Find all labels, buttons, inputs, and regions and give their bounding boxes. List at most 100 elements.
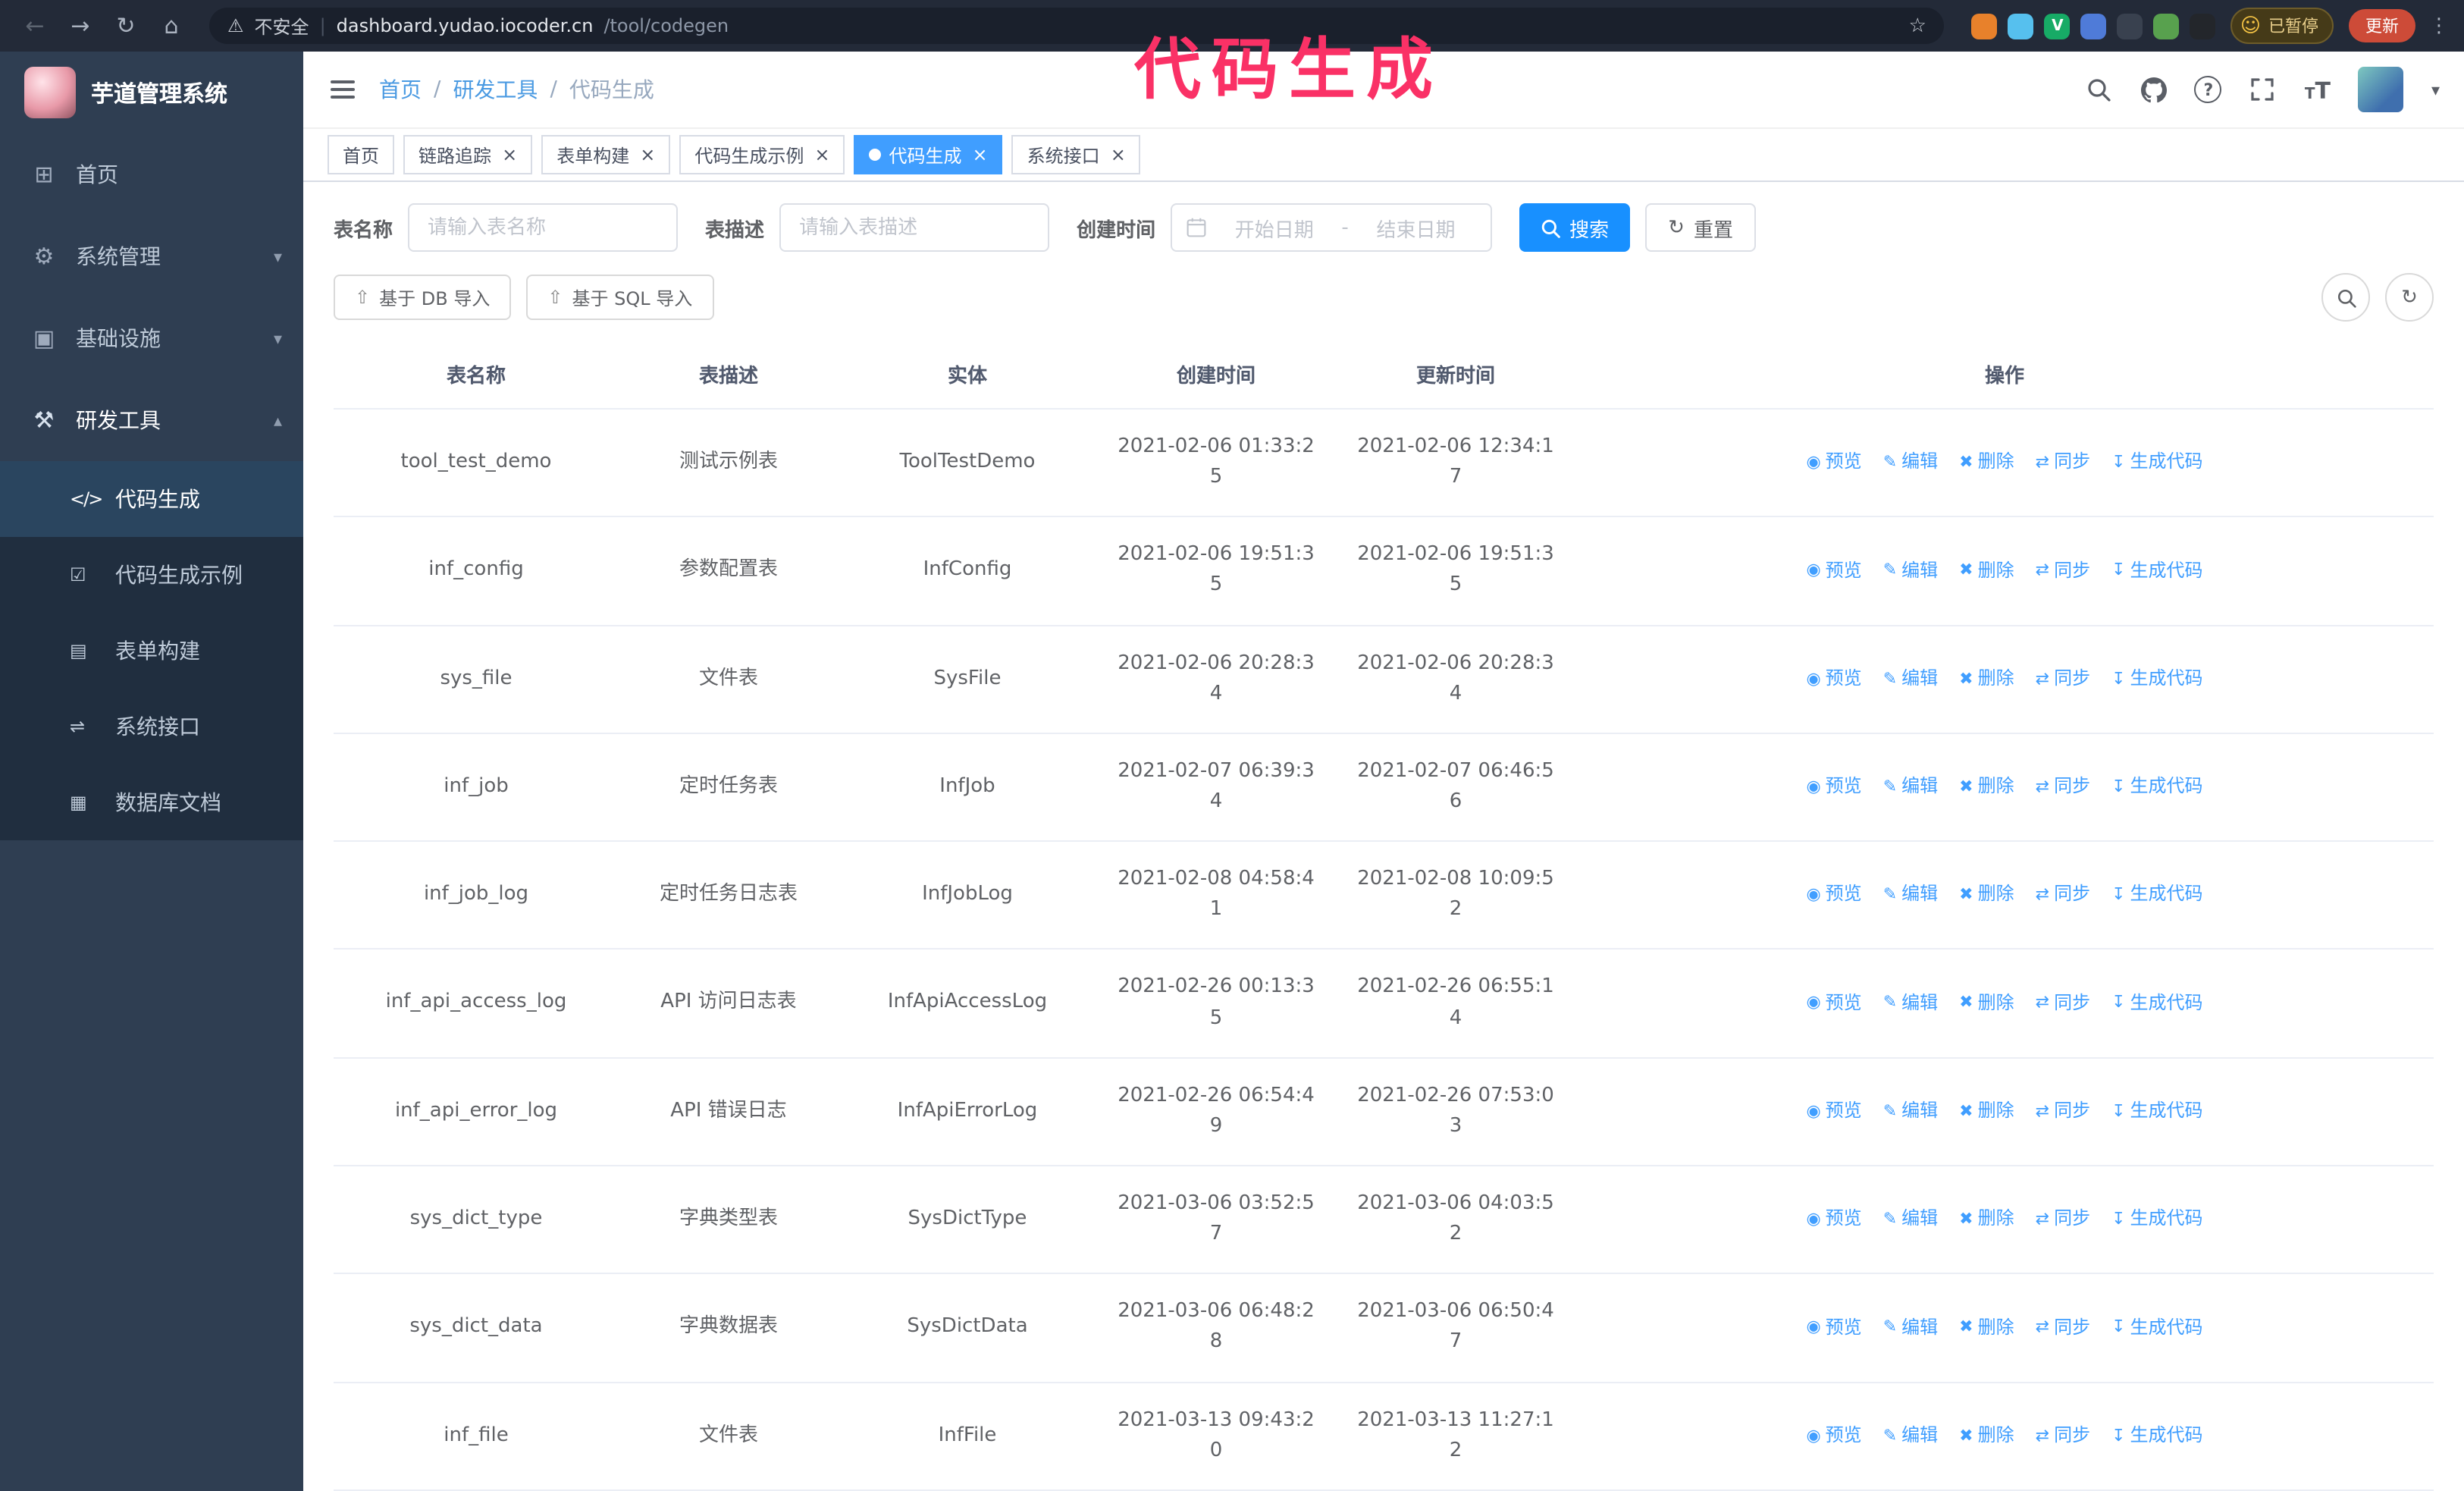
profile-paused-badge[interactable]: ☺ 已暂停 — [2230, 8, 2334, 44]
generate-code-link[interactable]: ↧ 生成代码 — [2111, 1421, 2202, 1449]
edit-link[interactable]: ✎ 编辑 — [1883, 988, 1938, 1016]
ext-green-leaf-icon[interactable] — [2153, 13, 2180, 39]
sidebar-item-codegen[interactable]: </> 代码生成 — [0, 461, 303, 537]
edit-link[interactable]: ✎ 编辑 — [1883, 1313, 1938, 1341]
edit-link[interactable]: ✎ 编辑 — [1883, 1421, 1938, 1449]
edit-link[interactable]: ✎ 编辑 — [1883, 664, 1938, 692]
edit-link[interactable]: ✎ 编辑 — [1883, 1205, 1938, 1233]
avatar-caret-icon[interactable]: ▾ — [2431, 80, 2440, 99]
browser-back-icon[interactable]: ← — [15, 6, 55, 46]
sidebar-item-api[interactable]: ⇌ 系统接口 — [0, 689, 303, 764]
ext-blue-people-icon[interactable] — [2080, 13, 2107, 39]
delete-link[interactable]: ✖ 删除 — [1959, 556, 2014, 584]
generate-code-link[interactable]: ↧ 生成代码 — [2111, 772, 2202, 800]
preview-link[interactable]: ◉ 预览 — [1806, 988, 1861, 1016]
import-db-button[interactable]: ⇧ 基于 DB 导入 — [334, 275, 512, 320]
preview-link[interactable]: ◉ 预览 — [1806, 772, 1861, 800]
sync-link[interactable]: ⇄ 同步 — [2036, 1205, 2090, 1233]
ext-dark-icon[interactable] — [2117, 13, 2143, 39]
browser-menu-icon[interactable]: ⋮ — [2429, 14, 2449, 37]
sidebar-item-form-builder[interactable]: ▤ 表单构建 — [0, 613, 303, 689]
tab-close-icon[interactable]: × — [973, 146, 988, 164]
edit-link[interactable]: ✎ 编辑 — [1883, 1097, 1938, 1125]
delete-link[interactable]: ✖ 删除 — [1959, 448, 2014, 476]
sidebar-item-infra[interactable]: ▣ 基础设施 ▾ — [0, 297, 303, 379]
sidebar-item-db-doc[interactable]: ▦ 数据库文档 — [0, 764, 303, 840]
preview-link[interactable]: ◉ 预览 — [1806, 1313, 1861, 1341]
generate-code-link[interactable]: ↧ 生成代码 — [2111, 988, 2202, 1016]
edit-link[interactable]: ✎ 编辑 — [1883, 772, 1938, 800]
sync-link[interactable]: ⇄ 同步 — [2036, 880, 2090, 909]
delete-link[interactable]: ✖ 删除 — [1959, 772, 2014, 800]
address-bar[interactable]: ⚠ 不安全 | dashboard.yudao.iocoder.cn /tool… — [209, 8, 1945, 44]
generate-code-link[interactable]: ↧ 生成代码 — [2111, 1205, 2202, 1233]
sync-link[interactable]: ⇄ 同步 — [2036, 556, 2090, 584]
browser-home-icon[interactable]: ⌂ — [152, 6, 191, 46]
help-icon[interactable]: ? — [2194, 76, 2222, 103]
preview-link[interactable]: ◉ 预览 — [1806, 1421, 1861, 1449]
generate-code-link[interactable]: ↧ 生成代码 — [2111, 1313, 2202, 1341]
tab-api[interactable]: 系统接口 × — [1011, 135, 1141, 174]
sidebar-item-system[interactable]: ⚙ 系统管理 ▾ — [0, 215, 303, 297]
sync-link[interactable]: ⇄ 同步 — [2036, 1313, 2090, 1341]
bookmark-star-icon[interactable]: ☆ — [1909, 14, 1926, 37]
delete-link[interactable]: ✖ 删除 — [1959, 1313, 2014, 1341]
preview-link[interactable]: ◉ 预览 — [1806, 556, 1861, 584]
sync-link[interactable]: ⇄ 同步 — [2036, 1421, 2090, 1449]
app-logo[interactable]: 芋道管理系统 — [0, 52, 303, 133]
generate-code-link[interactable]: ↧ 生成代码 — [2111, 880, 2202, 909]
github-icon[interactable] — [2140, 76, 2168, 103]
tab-close-icon[interactable]: × — [814, 146, 829, 164]
generate-code-link[interactable]: ↧ 生成代码 — [2111, 664, 2202, 692]
ext-green-v-icon[interactable]: V — [2044, 13, 2071, 39]
tab-codegen[interactable]: 代码生成 × — [854, 135, 1003, 174]
sidebar-item-home[interactable]: ⊞ 首页 — [0, 133, 303, 215]
delete-link[interactable]: ✖ 删除 — [1959, 1205, 2014, 1233]
delete-link[interactable]: ✖ 删除 — [1959, 1421, 2014, 1449]
tab-home[interactable]: 首页 — [328, 135, 395, 174]
font-size-icon[interactable]: TT — [2304, 76, 2331, 103]
preview-link[interactable]: ◉ 预览 — [1806, 1097, 1861, 1125]
preview-link[interactable]: ◉ 预览 — [1806, 1205, 1861, 1233]
table-name-input[interactable] — [408, 203, 679, 252]
browser-reload-icon[interactable]: ↻ — [106, 6, 146, 46]
sidebar-toggle-icon[interactable] — [328, 74, 358, 105]
tab-close-icon[interactable]: × — [640, 146, 655, 164]
browser-forward-icon[interactable]: → — [61, 6, 100, 46]
preview-link[interactable]: ◉ 预览 — [1806, 448, 1861, 476]
date-range-picker[interactable]: 开始日期 - 结束日期 — [1171, 203, 1493, 252]
preview-link[interactable]: ◉ 预览 — [1806, 880, 1861, 909]
tab-codegen-example[interactable]: 代码生成示例 × — [679, 135, 845, 174]
ext-blue-drop-icon[interactable] — [2008, 13, 2034, 39]
sync-link[interactable]: ⇄ 同步 — [2036, 448, 2090, 476]
browser-update-button[interactable]: 更新 — [2349, 9, 2415, 42]
sync-link[interactable]: ⇄ 同步 — [2036, 664, 2090, 692]
user-avatar[interactable] — [2358, 67, 2404, 112]
generate-code-link[interactable]: ↧ 生成代码 — [2111, 556, 2202, 584]
sidebar-item-devtools[interactable]: ⚒ 研发工具 ▴ — [0, 379, 303, 461]
toggle-search-button[interactable] — [2321, 273, 2370, 322]
tab-tracing[interactable]: 链路追踪 × — [403, 135, 533, 174]
search-button[interactable]: 搜索 — [1519, 203, 1631, 252]
delete-link[interactable]: ✖ 删除 — [1959, 664, 2014, 692]
delete-link[interactable]: ✖ 删除 — [1959, 1097, 2014, 1125]
delete-link[interactable]: ✖ 删除 — [1959, 880, 2014, 909]
tab-close-icon[interactable]: × — [502, 146, 517, 164]
tab-form-builder[interactable]: 表单构建 × — [541, 135, 671, 174]
ext-orange-icon[interactable] — [1971, 13, 1998, 39]
edit-link[interactable]: ✎ 编辑 — [1883, 556, 1938, 584]
generate-code-link[interactable]: ↧ 生成代码 — [2111, 448, 2202, 476]
preview-link[interactable]: ◉ 预览 — [1806, 664, 1861, 692]
sidebar-item-codegen-example[interactable]: ☑ 代码生成示例 — [0, 537, 303, 613]
sync-link[interactable]: ⇄ 同步 — [2036, 772, 2090, 800]
sync-link[interactable]: ⇄ 同步 — [2036, 1097, 2090, 1125]
breadcrumb-devtools[interactable]: 研发工具 — [453, 74, 538, 105]
import-sql-button[interactable]: ⇧ 基于 SQL 导入 — [526, 275, 714, 320]
refresh-table-button[interactable]: ↻ — [2385, 273, 2434, 322]
search-icon[interactable] — [2086, 76, 2113, 103]
delete-link[interactable]: ✖ 删除 — [1959, 988, 2014, 1016]
ext-black-pug-icon[interactable] — [2190, 13, 2216, 39]
fullscreen-icon[interactable] — [2249, 76, 2277, 103]
tab-close-icon[interactable]: × — [1111, 146, 1126, 164]
sync-link[interactable]: ⇄ 同步 — [2036, 988, 2090, 1016]
